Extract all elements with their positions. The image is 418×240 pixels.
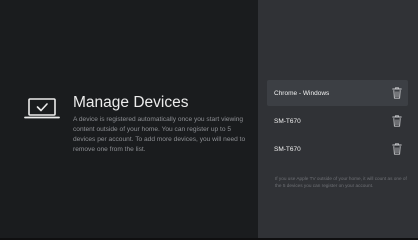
device-name: Chrome - Windows [274,89,330,97]
page-title: Manage Devices [73,94,189,111]
manage-devices-screen: Manage Devices A device is registered au… [0,0,418,238]
device-row-sm-t670[interactable]: SM-T670 [267,136,408,162]
laptop-checkmark-icon [24,98,60,119]
info-panel: Manage Devices A device is registered au… [0,0,258,238]
device-list: Chrome - Windows SM-T670 SM-T670 [267,80,408,164]
trash-icon[interactable] [392,115,402,127]
trash-icon[interactable] [392,87,402,99]
device-row-chrome-windows[interactable]: Chrome - Windows [267,80,408,106]
device-name: SM-T670 [274,117,301,125]
device-name: SM-T670 [274,145,301,153]
footer-note: If you use Apple TV outside of your home… [275,176,407,188]
page-description: A device is registered automatically onc… [73,116,246,153]
device-row-sm-t670[interactable]: SM-T670 [267,108,408,134]
trash-icon[interactable] [392,143,402,155]
